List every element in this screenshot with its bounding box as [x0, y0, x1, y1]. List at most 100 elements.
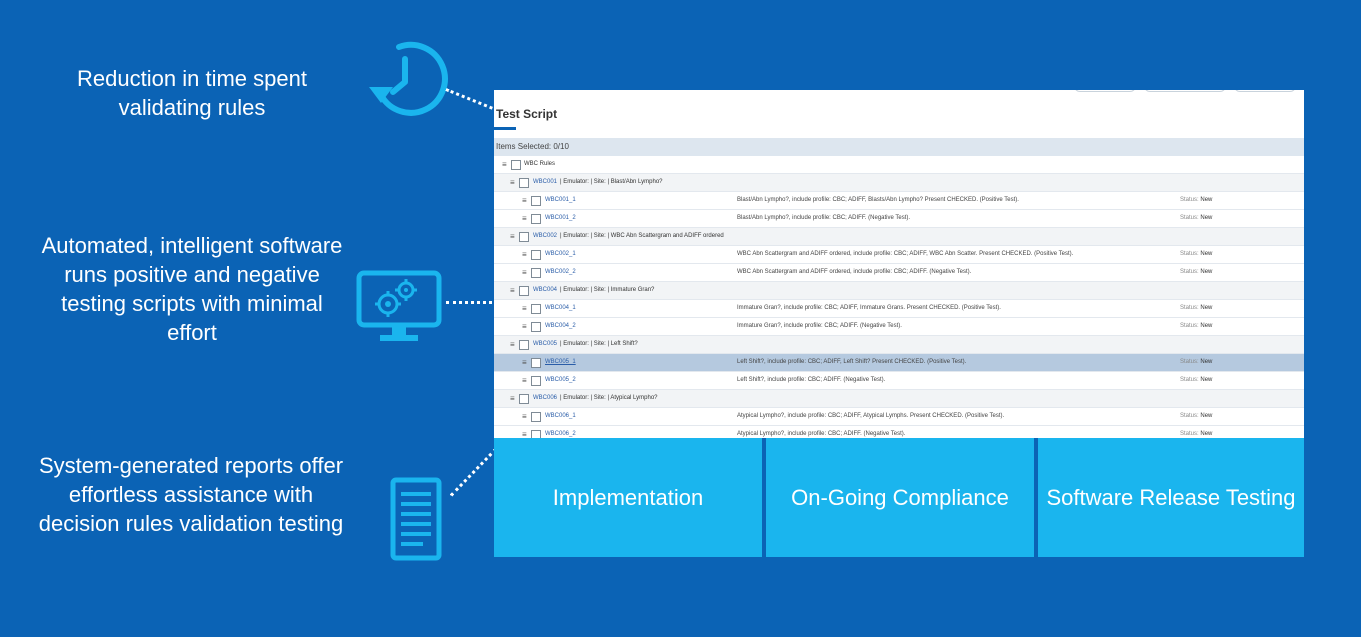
rule-meta: | Emulator: | Site: | WBC Abn Scattergra…	[560, 233, 724, 239]
rule-id-link[interactable]: WBC006	[533, 390, 557, 407]
drag-handle-icon[interactable]: ≡	[510, 174, 515, 191]
group-row[interactable]: ≡ WBC004 | Emulator: | Site: | Immature Gr…	[494, 282, 1304, 300]
toolbar-button[interactable]	[1234, 90, 1296, 92]
test-row[interactable]: ≡ WBC001_2 Blast/Abn Lympho?, include prof…	[494, 210, 1304, 228]
drag-handle-icon[interactable]: ≡	[522, 264, 527, 281]
status-value: New	[1200, 359, 1213, 365]
row-checkbox[interactable]	[531, 268, 541, 278]
drag-handle-icon[interactable]: ≡	[522, 318, 527, 335]
status-value: New	[1200, 215, 1213, 221]
drag-handle-icon[interactable]: ≡	[522, 246, 527, 263]
drag-handle-icon[interactable]: ≡	[522, 210, 527, 227]
tile-software-release-testing: Software Release Testing	[1038, 438, 1304, 557]
test-row[interactable]: ≡ WBC006_1 Atypical Lympho?, include profi…	[494, 408, 1304, 426]
row-checkbox[interactable]	[531, 358, 541, 368]
test-id-link[interactable]: WBC002_2	[545, 264, 576, 281]
page-title: Test Script	[496, 107, 558, 121]
drag-handle-icon[interactable]: ≡	[510, 336, 515, 353]
test-id-link[interactable]: WBC001_1	[545, 192, 576, 209]
drag-handle-icon[interactable]: ≡	[510, 282, 515, 299]
row-checkbox[interactable]	[519, 178, 529, 188]
test-row[interactable]: ≡ WBC006_2 Atypical Lympho?, include profi…	[494, 426, 1304, 438]
drag-handle-icon[interactable]: ≡	[522, 426, 527, 438]
page: Reduction in time spent validating rules…	[0, 0, 1361, 637]
test-row[interactable]: ≡ WBC001_1 Blast/Abn Lympho?, include prof…	[494, 192, 1304, 210]
root-label: WBC Rules	[524, 161, 556, 167]
rule-id-link[interactable]: WBC001	[533, 174, 557, 191]
connector-dots	[449, 447, 498, 497]
rule-id-link[interactable]: WBC005	[533, 336, 557, 353]
test-id-link[interactable]: WBC005_1	[545, 354, 576, 371]
row-checkbox[interactable]	[531, 214, 541, 224]
test-id-link[interactable]: WBC001_2	[545, 210, 576, 227]
test-status: Status: New	[1180, 354, 1212, 371]
group-row[interactable]: ≡ WBC001 | Emulator: | Site: | Blast/Abn L…	[494, 174, 1304, 192]
test-id-link[interactable]: WBC002_1	[545, 246, 576, 263]
status-value: New	[1200, 413, 1213, 419]
rule-meta: | Emulator: | Site: | Blast/Abn Lympho?	[560, 179, 663, 185]
row-checkbox[interactable]	[519, 394, 529, 404]
test-id-link[interactable]: WBC004_1	[545, 300, 576, 317]
row-checkbox[interactable]	[531, 196, 541, 206]
drag-handle-icon[interactable]: ≡	[522, 354, 527, 371]
monitor-gears-icon	[356, 270, 442, 341]
test-id-link[interactable]: WBC006_2	[545, 426, 576, 438]
group-row[interactable]: ≡ WBC006 | Emulator: | Site: | Atypical Ly…	[494, 390, 1304, 408]
status-value: New	[1200, 377, 1213, 383]
rule-meta: | Emulator: | Site: | Left Shift?	[560, 341, 638, 347]
group-row[interactable]: ≡ WBC002 | Emulator: | Site: | WBC Abn Sca…	[494, 228, 1304, 246]
drag-handle-icon[interactable]: ≡	[510, 228, 515, 245]
row-checkbox[interactable]	[531, 412, 541, 422]
clock-refresh-icon	[369, 41, 448, 116]
test-status: Status: New	[1180, 264, 1212, 281]
test-id-link[interactable]: WBC006_1	[545, 408, 576, 425]
test-id-link[interactable]: WBC005_2	[545, 372, 576, 389]
connector-dots	[446, 301, 498, 304]
feature-reports: System-generated reports offer effortles…	[38, 453, 344, 536]
test-row[interactable]: ≡ WBC002_2 WBC Abn Scattergram and ADIFF o…	[494, 264, 1304, 282]
rule-id-link[interactable]: WBC002	[533, 228, 557, 245]
test-row[interactable]: ≡ WBC004_2 Immature Gran?, include profile…	[494, 318, 1304, 336]
drag-handle-icon[interactable]: ≡	[522, 372, 527, 389]
drag-handle-icon[interactable]: ≡	[522, 192, 527, 209]
status-label: Status:	[1180, 413, 1199, 419]
row-checkbox[interactable]	[519, 232, 529, 242]
drag-handle-icon[interactable]: ≡	[522, 408, 527, 425]
test-row[interactable]: ≡ WBC004_1 Immature Gran?, include profile…	[494, 300, 1304, 318]
rule-id-link[interactable]: WBC004	[533, 282, 557, 299]
row-checkbox[interactable]	[519, 286, 529, 296]
group-row[interactable]: ≡ WBC005 | Emulator: | Site: | Left Shift?	[494, 336, 1304, 354]
row-checkbox[interactable]	[531, 304, 541, 314]
test-status: Status: New	[1180, 318, 1212, 335]
test-script-panel: Test Script Items Selected: 0/10 ≡ WBC R…	[494, 90, 1304, 438]
items-selected-bar: Items Selected: 0/10	[494, 138, 1304, 156]
drag-handle-icon[interactable]: ≡	[522, 300, 527, 317]
row-checkbox[interactable]	[531, 376, 541, 386]
rule-meta: | Emulator: | Site: | Atypical Lympho?	[560, 395, 658, 401]
row-checkbox[interactable]	[531, 322, 541, 332]
status-value: New	[1200, 197, 1213, 203]
drag-handle-icon[interactable]: ≡	[502, 156, 507, 173]
row-checkbox[interactable]	[519, 340, 529, 350]
root-row[interactable]: ≡ WBC Rules	[494, 156, 1304, 174]
test-row[interactable]: ≡ WBC005_2 Left Shift?, include profile: C…	[494, 372, 1304, 390]
test-description: Atypical Lympho?, include profile: CBC; …	[737, 413, 1005, 419]
status-label: Status:	[1180, 323, 1199, 329]
row-checkbox[interactable]	[531, 250, 541, 260]
feature-time-reduction: Reduction in time spent validating rules	[77, 66, 307, 120]
drag-handle-icon[interactable]: ≡	[510, 390, 515, 407]
toolbar-button[interactable]	[1074, 90, 1136, 92]
test-status: Status: New	[1180, 300, 1212, 317]
test-description: Left Shift?, include profile: CBC; ADIFF…	[737, 377, 886, 383]
test-description: WBC Abn Scattergram and ADIFF ordered, i…	[737, 251, 1074, 257]
row-checkbox[interactable]	[531, 430, 541, 438]
test-description: Left Shift?, include profile: CBC; ADIFF…	[737, 359, 967, 365]
test-id-link[interactable]: WBC004_2	[545, 318, 576, 335]
test-row[interactable]: ≡ WBC005_1 Left Shift?, include profile: C…	[494, 354, 1304, 372]
toolbar-button[interactable]	[1144, 90, 1226, 92]
row-checkbox[interactable]	[511, 160, 521, 170]
test-description: Atypical Lympho?, include profile: CBC; …	[737, 431, 906, 437]
test-description: Immature Gran?, include profile: CBC; AD…	[737, 305, 1001, 311]
test-description: Blast/Abn Lympho?, include profile: CBC;…	[737, 215, 911, 221]
test-row[interactable]: ≡ WBC002_1 WBC Abn Scattergram and ADIFF o…	[494, 246, 1304, 264]
